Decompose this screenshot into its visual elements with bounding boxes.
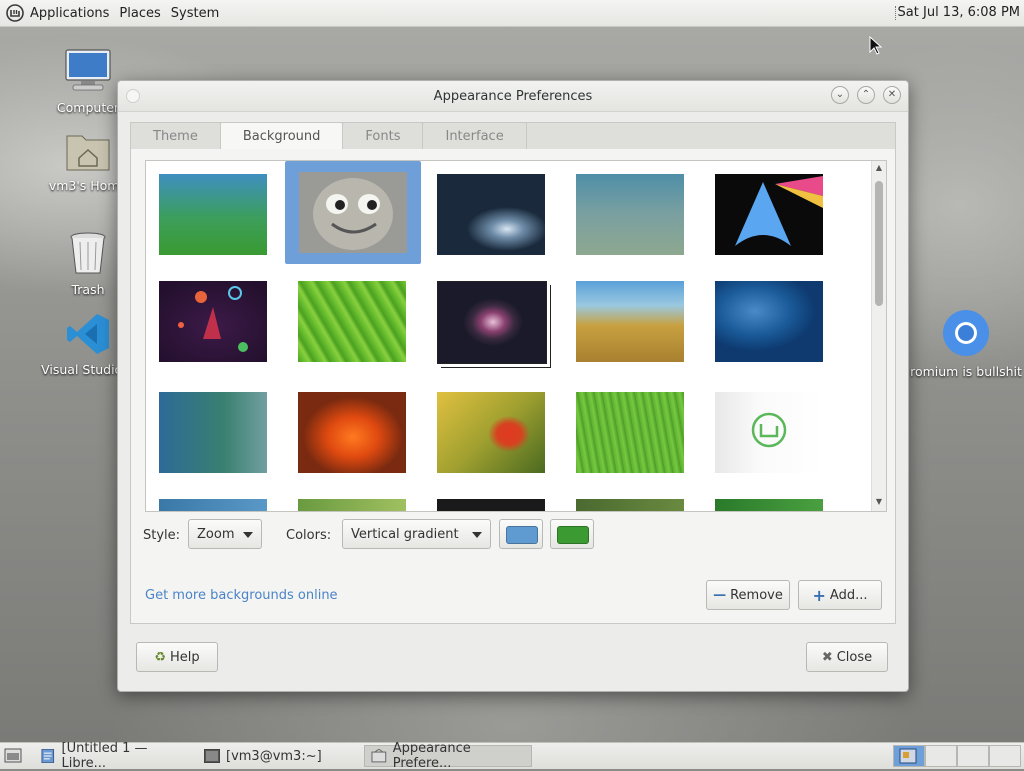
dialog-titlebar[interactable]: Appearance Preferences ⌄ ⌃ ✕ bbox=[118, 81, 908, 112]
primary-color-button[interactable] bbox=[499, 519, 543, 549]
tab-fonts[interactable]: Fonts bbox=[342, 122, 424, 149]
chevron-down-icon bbox=[472, 532, 482, 538]
workspace-3[interactable] bbox=[957, 745, 989, 767]
taskbar-item-label: [vm3@vm3:~] bbox=[226, 748, 322, 764]
planets-icon bbox=[178, 286, 248, 352]
mouse-pointer-icon bbox=[869, 36, 883, 55]
colors-label: Colors: bbox=[286, 528, 332, 543]
terminal-icon bbox=[204, 749, 220, 763]
wallpaper-thumb[interactable] bbox=[159, 392, 267, 473]
desktop-icon-label: romium is bullshit bbox=[910, 364, 1022, 379]
tab-bar: Theme Background Fonts Interface bbox=[130, 122, 527, 151]
help-button-label: Help bbox=[170, 649, 200, 665]
wallpaper-thumb[interactable] bbox=[298, 281, 406, 362]
wallpaper-thumb[interactable] bbox=[437, 174, 545, 255]
remove-button[interactable]: — Remove bbox=[706, 580, 790, 610]
wallpaper-grid[interactable]: ▲ ▼ bbox=[145, 160, 887, 512]
bottom-taskbar: [Untitled 1 — Libre... [vm3@vm3:~] Appea… bbox=[0, 741, 1024, 771]
workspace-preview-icon bbox=[899, 748, 917, 764]
close-window-button[interactable]: ✕ bbox=[883, 86, 901, 104]
tab-interface[interactable]: Interface bbox=[422, 122, 527, 149]
wallpaper-thumb[interactable] bbox=[576, 499, 684, 511]
workspace-2[interactable] bbox=[925, 745, 957, 767]
wallpaper-thumb[interactable] bbox=[159, 174, 267, 255]
menu-places[interactable]: Places bbox=[119, 6, 160, 21]
top-panel: Applications Places System Sat Jul 13, 6… bbox=[0, 0, 1024, 27]
desktop-icon-chromium[interactable]: romium is bullshit bbox=[908, 308, 1024, 379]
appearance-preferences-dialog: Appearance Preferences ⌄ ⌃ ✕ Theme Backg… bbox=[117, 80, 909, 692]
style-combo[interactable]: Zoom bbox=[188, 519, 262, 549]
wallpaper-thumb-selected[interactable] bbox=[285, 161, 421, 264]
taskbar-item-appearance[interactable]: Appearance Prefere... bbox=[364, 741, 532, 771]
vscode-icon bbox=[67, 314, 109, 354]
colors-combo[interactable]: Vertical gradient bbox=[342, 519, 491, 549]
document-icon bbox=[41, 749, 55, 763]
minus-icon: — bbox=[713, 587, 727, 603]
wallpaper-thumb[interactable] bbox=[437, 499, 545, 511]
maximize-button[interactable]: ⌃ bbox=[857, 86, 875, 104]
scrollbar-thumb[interactable] bbox=[875, 181, 883, 306]
wallpaper-grid-scrollbar[interactable]: ▲ ▼ bbox=[871, 161, 886, 511]
taskbar-item-terminal[interactable]: [vm3@vm3:~] bbox=[198, 745, 358, 767]
dialog-title: Appearance Preferences bbox=[433, 89, 593, 104]
secondary-color-button[interactable] bbox=[550, 519, 594, 549]
wallpaper-thumb[interactable] bbox=[298, 499, 406, 511]
arch-logo-icon bbox=[735, 176, 823, 246]
smiling-face-icon bbox=[299, 172, 407, 253]
add-button-label: Add... bbox=[829, 587, 868, 603]
preferences-icon bbox=[371, 749, 387, 763]
secondary-color-swatch bbox=[557, 526, 589, 544]
mint-logo-icon bbox=[751, 412, 787, 448]
wallpaper-thumb[interactable] bbox=[576, 392, 684, 473]
get-more-backgrounds-link[interactable]: Get more backgrounds online bbox=[145, 588, 338, 603]
taskbar-item-libreoffice[interactable]: [Untitled 1 — Libre... bbox=[34, 741, 192, 771]
wallpaper-thumb[interactable] bbox=[576, 174, 684, 255]
style-label: Style: bbox=[143, 528, 181, 543]
scroll-up-icon[interactable]: ▲ bbox=[874, 163, 884, 173]
computer-icon bbox=[65, 49, 111, 91]
taskbar-item-label: Appearance Prefere... bbox=[392, 741, 471, 771]
wallpaper-thumb[interactable] bbox=[715, 281, 823, 362]
wallpaper-thumb[interactable] bbox=[715, 174, 823, 255]
chevron-down-icon bbox=[243, 532, 253, 538]
close-button[interactable]: ✖ Close bbox=[806, 642, 888, 672]
plus-icon: + bbox=[812, 585, 826, 605]
help-button[interactable]: ♻ Help bbox=[136, 642, 218, 672]
wallpaper-thumb[interactable] bbox=[159, 499, 267, 511]
clock[interactable]: Sat Jul 13, 6:08 PM bbox=[898, 5, 1020, 20]
menu-system[interactable]: System bbox=[171, 6, 219, 21]
chromium-icon bbox=[943, 310, 989, 356]
workspace-4[interactable] bbox=[989, 745, 1021, 767]
show-desktop-icon[interactable] bbox=[4, 748, 22, 763]
home-folder-icon bbox=[66, 135, 110, 171]
wallpaper-thumb[interactable] bbox=[437, 281, 547, 364]
close-button-label: Close bbox=[836, 649, 873, 665]
wallpaper-thumb[interactable] bbox=[576, 281, 684, 362]
taskbar-item-label: [Untitled 1 — Libre... bbox=[61, 741, 148, 771]
minimize-button[interactable]: ⌄ bbox=[831, 86, 849, 104]
trash-icon bbox=[70, 232, 106, 274]
tab-theme[interactable]: Theme bbox=[130, 122, 221, 149]
help-icon: ♻ bbox=[154, 649, 166, 665]
scroll-down-icon[interactable]: ▼ bbox=[874, 497, 884, 507]
close-icon: ✖ bbox=[821, 649, 833, 665]
tab-background[interactable]: Background bbox=[219, 122, 344, 151]
wallpaper-thumb[interactable] bbox=[437, 392, 545, 473]
background-tab-panel: ▲ ▼ Style: Zoom Colors: Vertical gradien… bbox=[130, 149, 896, 624]
remove-button-label: Remove bbox=[730, 587, 783, 603]
colors-combo-value: Vertical gradient bbox=[351, 527, 459, 542]
wallpaper-thumb[interactable] bbox=[159, 281, 267, 362]
mint-logo-icon[interactable] bbox=[6, 4, 24, 22]
wallpaper-thumb[interactable] bbox=[715, 392, 823, 473]
menu-applications[interactable]: Applications bbox=[30, 6, 109, 21]
wallpaper-thumb[interactable] bbox=[715, 499, 823, 511]
add-button[interactable]: + Add... bbox=[798, 580, 882, 610]
style-combo-value: Zoom bbox=[197, 527, 235, 542]
wallpaper-thumb[interactable] bbox=[298, 392, 406, 473]
workspace-1[interactable] bbox=[893, 745, 925, 767]
primary-color-swatch bbox=[506, 526, 538, 544]
